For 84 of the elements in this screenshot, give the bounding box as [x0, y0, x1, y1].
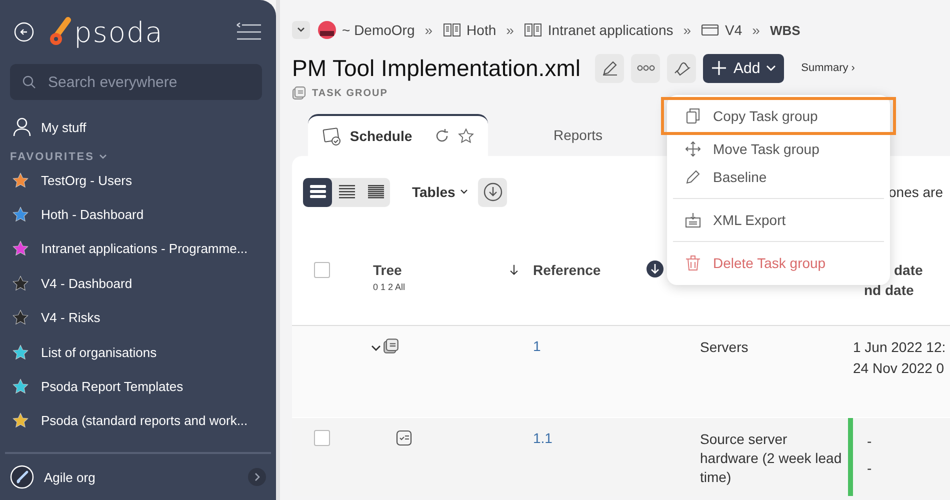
date-cell-text: -: [867, 432, 873, 451]
page-title: PM Tool Implementation.xml: [292, 54, 580, 82]
refresh-icon[interactable]: [434, 128, 450, 144]
search-field[interactable]: Search everywhere: [10, 64, 262, 100]
trash-icon: [685, 255, 701, 271]
date-cell-text: -: [867, 459, 873, 478]
download-button[interactable]: [478, 178, 508, 206]
plus-icon: [711, 60, 728, 76]
row-checkbox[interactable]: [314, 430, 330, 446]
task-group-icon: [383, 338, 399, 354]
collapse-menu-icon[interactable]: [236, 22, 262, 42]
breadcrumb-link[interactable]: V4: [725, 22, 742, 38]
favourite-link[interactable]: TestOrg - Users: [41, 172, 132, 188]
logo-text[interactable]: psoda: [74, 16, 164, 48]
lines-icon: [338, 183, 356, 201]
favourites-heading[interactable]: FAVOURITES: [10, 151, 94, 163]
favourite-link[interactable]: List of organisations: [41, 344, 157, 360]
favourite-link[interactable]: Intranet applications - Programme...: [41, 241, 248, 256]
sort-arrow-icon[interactable]: [508, 264, 520, 276]
favourite-link[interactable]: Hoth - Dashboard: [41, 207, 144, 222]
chevron-down-icon: [297, 27, 305, 33]
pencil-icon: [685, 169, 701, 185]
back-icon[interactable]: [14, 22, 34, 42]
column-header[interactable]: Tree: [373, 262, 406, 278]
task-name: Servers: [700, 339, 748, 355]
item-type-label: TASK GROUP: [312, 88, 388, 98]
book-icon: [442, 21, 461, 39]
book-icon: [524, 21, 542, 39]
chevron-down-icon: [766, 65, 776, 71]
chevron-down-icon: [460, 189, 468, 195]
notice-text: ones are: [888, 184, 943, 200]
menu-item[interactable]: XML Export: [667, 206, 890, 234]
lines-icon: [308, 183, 326, 201]
menu-item[interactable]: Move Task group: [667, 135, 890, 163]
lines-icon: [366, 183, 384, 201]
breadcrumb-link[interactable]: Intranet applications: [548, 22, 674, 38]
breadcrumb-link[interactable]: ~ DemoOrg: [342, 22, 415, 38]
menu-item[interactable]: Baseline: [667, 163, 890, 191]
reference-link[interactable]: 1: [533, 338, 541, 417]
more-button[interactable]: [631, 54, 660, 82]
reference-link[interactable]: 1.1: [533, 430, 552, 496]
date-cell-text: 24 Nov 2022 0: [853, 359, 946, 378]
export-icon: [685, 212, 701, 228]
search-icon: [22, 75, 36, 89]
favourite-link[interactable]: Psoda Report Templates: [41, 379, 184, 394]
my-stuff-link[interactable]: My stuff: [41, 120, 86, 134]
task-name: Source server hardware (2 week lead time): [700, 431, 842, 485]
tab[interactable]: Schedule: [308, 114, 488, 156]
copy-icon: [685, 108, 701, 124]
breadcrumb-separator: »: [752, 22, 760, 38]
column-header[interactable]: nd date: [864, 282, 950, 298]
breadcrumb-separator: »: [424, 22, 433, 38]
select-all-checkbox[interactable]: [314, 262, 330, 278]
breadcrumb-separator: »: [683, 22, 692, 38]
chevron-right-icon[interactable]: [248, 468, 266, 486]
schedule-icon: [322, 126, 342, 146]
organisation-link[interactable]: Agile org: [44, 470, 96, 484]
date-cell-text: 1 Jun 2022 12:: [853, 338, 947, 357]
star-icon[interactable]: [458, 128, 474, 144]
view-mode-button[interactable]: [303, 178, 332, 206]
edit-button[interactable]: [595, 54, 624, 82]
sort-descending-icon[interactable]: [646, 260, 664, 278]
breadcrumb-separator: »: [506, 22, 514, 38]
task-group-icon: [292, 86, 306, 100]
menu-item[interactable]: Copy Task group: [661, 97, 896, 135]
favourite-link[interactable]: V4 - Dashboard: [41, 276, 132, 291]
summary-link[interactable]: Summary ›: [801, 62, 855, 74]
task-icon: [396, 430, 412, 446]
column-header[interactable]: date: [894, 262, 950, 278]
tables-dropdown[interactable]: Tables: [412, 184, 468, 200]
favourite-link[interactable]: Psoda (standard reports and work...: [41, 413, 248, 428]
favourite-link[interactable]: V4 - Risks: [41, 310, 100, 326]
person-icon: [12, 117, 32, 137]
breadcrumb-link[interactable]: Hoth: [466, 22, 496, 38]
notification-button[interactable]: [667, 54, 696, 82]
move-arrows-icon: [685, 141, 701, 157]
add-button[interactable]: Add: [703, 54, 784, 82]
column-header[interactable]: Reference: [533, 262, 601, 278]
logo-icon: [48, 17, 72, 47]
avatar-icon: [318, 21, 336, 39]
pencil-icon: [600, 59, 619, 77]
download-icon: [482, 182, 503, 202]
dropdown-button[interactable]: [292, 21, 310, 39]
tree-level-links[interactable]: 0 1 2 All: [373, 282, 406, 292]
